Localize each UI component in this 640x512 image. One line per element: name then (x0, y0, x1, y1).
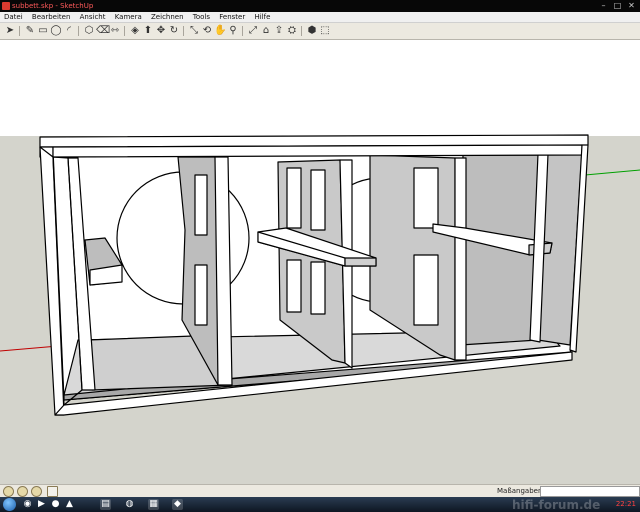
rotate-tool-icon[interactable]: ↻ (168, 25, 180, 37)
move-tool-icon[interactable]: ✥ (155, 25, 167, 37)
make-component-icon[interactable]: ⬡ (83, 25, 95, 37)
menu-kamera[interactable]: Kamera (115, 12, 142, 22)
toolbar-separator (19, 26, 20, 36)
user-icon[interactable] (31, 486, 42, 497)
menu-zeichnen[interactable]: Zeichnen (151, 12, 184, 22)
window-task-icon[interactable]: ▦ (148, 499, 159, 510)
paint-bucket-icon[interactable]: ◈ (129, 25, 141, 37)
model-viewport[interactable] (0, 40, 640, 484)
rectangle-tool-icon[interactable]: ▭ (37, 25, 49, 37)
start-button[interactable] (3, 498, 16, 511)
geo-location-icon[interactable] (3, 486, 14, 497)
taskbar-clock[interactable]: 22:21 (616, 499, 636, 510)
menu-ansicht[interactable]: Ansicht (80, 12, 106, 22)
zoom-extents-icon[interactable]: ⤢ (247, 25, 259, 37)
push-pull-tool-icon[interactable]: ⬆ (142, 25, 154, 37)
orbit-tool-icon[interactable]: ⟲ (201, 25, 213, 37)
3d-warehouse-icon[interactable]: ⌂ (260, 25, 272, 37)
pan-tool-icon[interactable]: ✋ (214, 25, 226, 37)
menu-fenster[interactable]: Fenster (219, 12, 245, 22)
status-bar: Maßangaben (0, 484, 640, 497)
media-player-icon[interactable]: ▶ (36, 499, 47, 510)
menu-hilfe[interactable]: Hilfe (254, 12, 270, 22)
zoom-tool-icon[interactable]: ⚲ (227, 25, 239, 37)
arc-tool-icon[interactable]: ◜ (63, 25, 75, 37)
get-models-icon[interactable]: ⛭ (286, 25, 298, 37)
minimize-icon[interactable]: – (598, 1, 609, 10)
circle-tool-icon[interactable]: ◯ (50, 25, 62, 37)
menu-tools[interactable]: Tools (193, 12, 210, 22)
toolbar-separator (183, 26, 184, 36)
measurement-label: Maßangaben (497, 487, 543, 495)
tape-measure-tool-icon[interactable]: ⇿ (109, 25, 121, 37)
toolbar-separator (124, 26, 125, 36)
eraser-tool-icon[interactable]: ⌫ (96, 25, 110, 37)
window-title-bar: subbett.skp - SketchUp – □ ✕ (0, 0, 640, 12)
browser-icon[interactable]: ◉ (22, 499, 33, 510)
sketchup-app-icon (2, 2, 10, 10)
firefox-icon[interactable]: ● (50, 499, 61, 510)
help-icon[interactable] (47, 486, 58, 497)
materials-icon[interactable]: ⬢ (306, 25, 318, 37)
sketchup-task-icon[interactable]: ◆ (172, 499, 183, 510)
menu-datei[interactable]: Datei (4, 12, 23, 22)
main-toolbar: ➤ ✎ ▭ ◯ ◜ ⬡ ⌫ ⇿ ◈ ⬆ ✥ ↻ ⤡ ⟲ ✋ ⚲ ⤢ ⌂ ⇪ ⛭ ⬢ ⬚ (0, 23, 640, 40)
select-tool-icon[interactable]: ➤ (4, 25, 16, 37)
measurement-input[interactable] (540, 486, 640, 497)
toolbar-separator (301, 26, 302, 36)
toolbar-separator (242, 26, 243, 36)
components-icon[interactable]: ⬚ (319, 25, 331, 37)
watermark-text: hifi-forum.de (512, 498, 601, 512)
pencil-tool-icon[interactable]: ✎ (24, 25, 36, 37)
menu-bearbeiten[interactable]: Bearbeiten (32, 12, 70, 22)
app-task-icon[interactable]: ◍ (124, 499, 135, 510)
credits-icon[interactable] (17, 486, 28, 497)
vlc-icon[interactable]: ▲ (64, 499, 75, 510)
share-model-icon[interactable]: ⇪ (273, 25, 285, 37)
maximize-icon[interactable]: □ (612, 1, 623, 10)
window-title: subbett.skp - SketchUp (12, 2, 94, 10)
toolbar-separator (78, 26, 79, 36)
model-canvas (0, 40, 640, 484)
menu-bar: Datei Bearbeiten Ansicht Kamera Zeichnen… (0, 12, 640, 23)
close-icon[interactable]: ✕ (626, 1, 637, 10)
explorer-task-icon[interactable]: ▤ (100, 499, 111, 510)
offset-tool-icon[interactable]: ⤡ (188, 25, 200, 37)
